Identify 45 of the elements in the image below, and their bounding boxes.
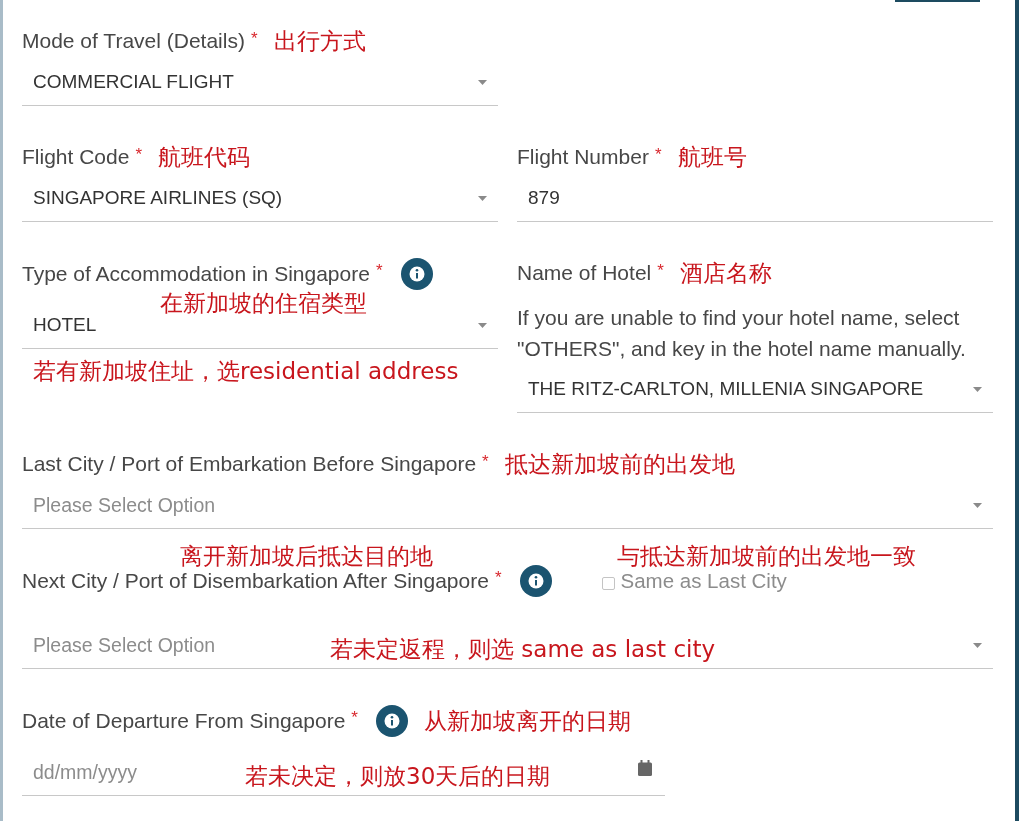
required-mark: *: [482, 454, 489, 470]
annotation-text: 离开新加坡后抵达目的地: [180, 545, 433, 567]
annotation-text: 若未决定，则放30天后的日期: [245, 765, 551, 787]
field-label: Type of Accommodation in Singapore: [22, 262, 370, 286]
annotation-text: 在新加坡的住宿类型: [160, 292, 367, 314]
required-mark: *: [135, 147, 142, 163]
caret-icon[interactable]: [973, 387, 982, 392]
required-mark: *: [494, 570, 502, 586]
field-label: Last City / Port of Embarkation Before Singapore: [22, 452, 477, 476]
help-text: If you are unable to find your hotel name, select "OTHERS", and key in the hotel name manually.: [517, 305, 967, 362]
info-icon[interactable]: [519, 565, 552, 597]
field-label: Date of Departure From Singapore: [22, 709, 346, 733]
field-label: Flight Code: [22, 145, 130, 169]
text-field[interactable]: 879: [517, 186, 993, 222]
select-field[interactable]: COMMERCIAL FLIGHT: [22, 70, 498, 106]
annotation-text: 出行方式: [273, 30, 366, 52]
checkbox[interactable]: [601, 576, 615, 590]
annotation-text: 航班号: [677, 146, 747, 168]
select-field[interactable]: HOTEL: [22, 313, 498, 349]
annotation-text: 若有新加坡住址，选residential address: [33, 360, 459, 382]
required-mark: *: [657, 263, 664, 279]
required-mark: *: [351, 710, 358, 726]
field-label: Flight Number: [517, 145, 649, 169]
caret-icon[interactable]: [973, 503, 982, 508]
caret-icon[interactable]: [478, 323, 487, 328]
annotation-text: 航班代码: [158, 146, 250, 168]
caret-icon[interactable]: [478, 80, 487, 85]
required-mark: *: [375, 263, 383, 279]
annotation-text: 酒店名称: [679, 262, 772, 284]
info-icon[interactable]: [400, 258, 433, 290]
select-field[interactable]: THE RITZ-CARLTON, MILLENIA SINGAPORE: [517, 377, 993, 413]
caret-icon[interactable]: [478, 196, 487, 201]
select-field[interactable]: SINGAPORE AIRLINES (SQ): [22, 186, 498, 222]
required-mark: *: [250, 31, 258, 47]
annotation-text: 若未定返程，则选 same as last city: [330, 638, 716, 660]
field-label: Next City / Port of Disembarkation After Singapore: [22, 569, 489, 593]
field-label: Name of Hotel: [517, 261, 652, 285]
annotation-text: 与抵达新加坡前的出发地一致: [616, 545, 916, 567]
field-label: Mode of Travel (Details): [22, 29, 245, 53]
required-mark: *: [654, 147, 662, 163]
caret-icon[interactable]: [973, 643, 982, 648]
annotation-text: 从新加坡离开的日期: [423, 710, 631, 732]
annotation-text: 抵达新加坡前的出发地: [504, 453, 735, 475]
calendar-icon[interactable]: [637, 760, 652, 776]
info-icon[interactable]: [375, 705, 408, 737]
